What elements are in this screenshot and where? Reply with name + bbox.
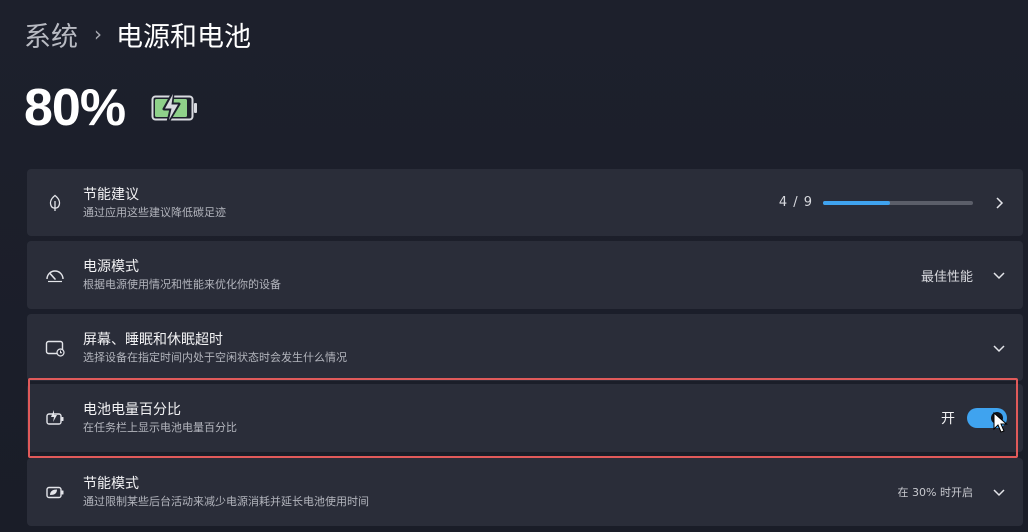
battery-saver-icon [27, 483, 83, 501]
battery-charging-icon [151, 91, 199, 127]
mouse-cursor-icon [993, 412, 1008, 433]
gauge-icon [27, 266, 83, 284]
battery-percentage-card[interactable]: 电池电量百分比 在任务栏上显示电池电量百分比 开 [27, 384, 1023, 452]
breadcrumb-parent[interactable]: 系统 [24, 15, 78, 54]
power-mode-card[interactable]: 电源模式 根据电源使用情况和性能来优化你的设备 最佳性能 [27, 241, 1023, 309]
chevron-down-icon[interactable] [991, 484, 1007, 500]
screen-sleep-subtitle: 选择设备在指定时间内处于空闲状态时会发生什么情况 [83, 350, 347, 364]
recommendations-progress-bar [823, 200, 973, 205]
chevron-down-icon[interactable] [991, 340, 1007, 356]
screen-sleep-icon [27, 339, 83, 357]
energy-saver-value: 在 30% 时开启 [897, 486, 973, 499]
energy-saver-subtitle: 通过限制某些后台活动来减少电源消耗并延长电池使用时间 [83, 495, 369, 508]
screen-sleep-title: 屏幕、睡眠和休眠超时 [83, 331, 223, 348]
page-title: 电源和电池 [116, 21, 251, 53]
energy-recommendations-title: 节能建议 [83, 186, 139, 203]
energy-saver-title: 节能模式 [83, 476, 139, 492]
breadcrumb: 系统 › 电源和电池 [24, 14, 251, 54]
screen-sleep-card[interactable]: 屏幕、睡眠和休眠超时 选择设备在指定时间内处于空闲状态时会发生什么情况 [27, 314, 1023, 381]
breadcrumb-separator: › [94, 22, 102, 46]
recommendations-progress-fill [823, 200, 890, 205]
power-mode-subtitle: 根据电源使用情况和性能来优化你的设备 [83, 278, 281, 291]
energy-saver-card[interactable]: 节能模式 通过限制某些后台活动来减少电源消耗并延长电池使用时间 在 30% 时开… [27, 458, 1023, 526]
battery-percentage-subtitle: 在任务栏上显示电池电量百分比 [83, 421, 237, 434]
battery-level-header: 80% [24, 78, 199, 138]
leaf-icon [27, 194, 83, 212]
energy-recommendations-card[interactable]: 节能建议 通过应用这些建议降低碳足迹 4 / 9 [27, 169, 1023, 236]
toggle-state-label: 开 [941, 411, 955, 427]
power-mode-title: 电源模式 [83, 259, 139, 275]
energy-recommendations-subtitle: 通过应用这些建议降低碳足迹 [83, 205, 226, 219]
chevron-down-icon[interactable] [991, 267, 1007, 283]
battery-percent-icon [27, 409, 83, 427]
recommendations-progress-text: 4 / 9 [778, 195, 813, 210]
settings-page: 系统 › 电源和电池 80% 节能建议 通过应用这些建议降低碳足迹 4 / 9 … [0, 0, 1028, 532]
battery-percentage: 80% [24, 79, 126, 137]
battery-percentage-title: 电池电量百分比 [83, 402, 181, 418]
chevron-right-icon[interactable] [991, 195, 1007, 211]
power-mode-value[interactable]: 最佳性能 [921, 266, 973, 285]
